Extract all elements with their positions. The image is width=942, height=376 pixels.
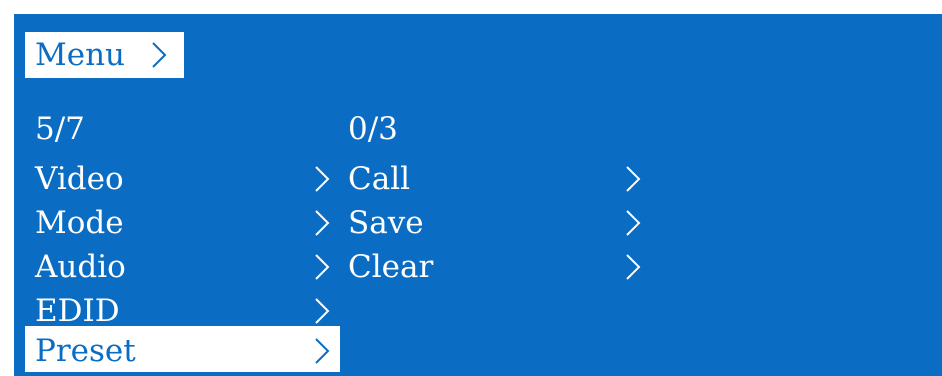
submenu-item-label: Call (348, 161, 411, 197)
osd-menu-screen: Menu 5/7 0/3 Video Mode Audio EDID Prese… (14, 14, 942, 376)
chevron-right-icon (312, 335, 332, 367)
chevron-right-icon (312, 251, 332, 283)
menu-item-label: Audio (35, 249, 126, 285)
submenu-item-label: Save (348, 205, 424, 241)
chevron-right-icon (623, 251, 643, 283)
chevron-right-icon (149, 39, 169, 71)
menu-item-label: Video (35, 161, 124, 197)
menu-item-label: EDID (35, 293, 120, 329)
menu-item-label: Preset (35, 333, 136, 369)
right-column-counter: 0/3 (348, 111, 398, 147)
chevron-right-icon (623, 163, 643, 195)
chevron-right-icon (312, 295, 332, 327)
left-column-counter: 5/7 (35, 111, 85, 147)
menu-breadcrumb[interactable]: Menu (25, 32, 184, 78)
chevron-right-icon (312, 207, 332, 239)
submenu-item-label: Clear (348, 249, 434, 285)
menu-item-label: Mode (35, 205, 124, 241)
chevron-right-icon (312, 163, 332, 195)
chevron-right-icon (623, 207, 643, 239)
menu-title: Menu (35, 37, 126, 73)
menu-item-preset-selected[interactable]: Preset (25, 326, 340, 372)
